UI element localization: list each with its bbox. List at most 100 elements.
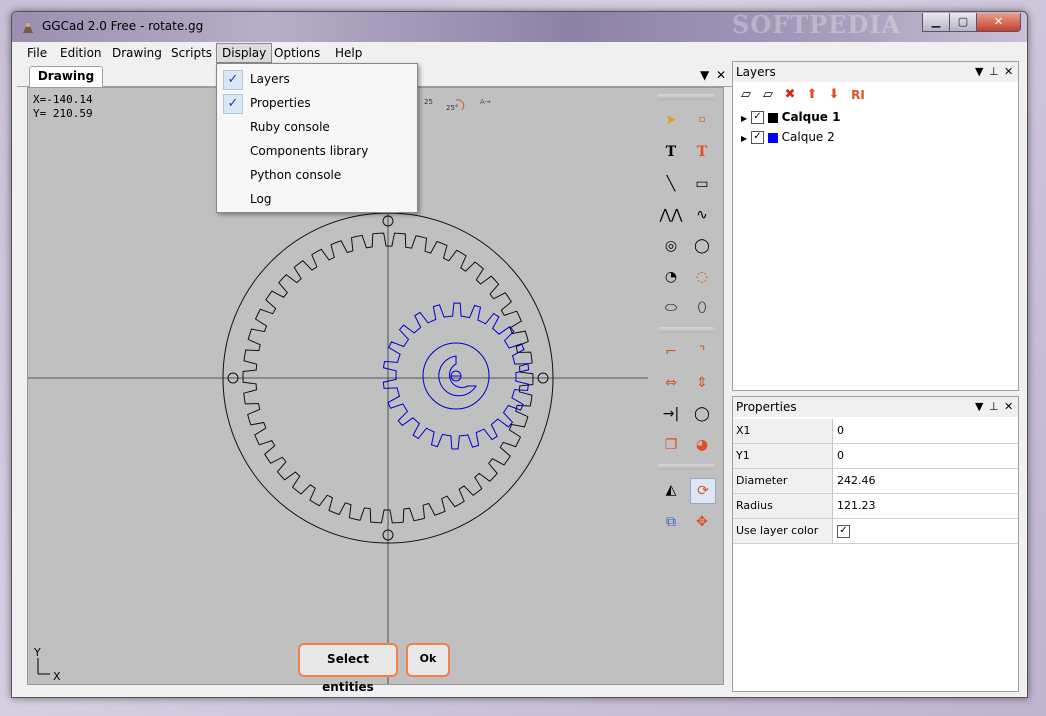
properties-panel: Properties ▼ ⊥ ✕ X1 0 Y1 0 Diameter 242.46 … (732, 396, 1019, 692)
property-key: Y1 (733, 444, 833, 468)
close-button[interactable]: ✕ (976, 13, 1021, 32)
display-menu-log[interactable]: Log (217, 187, 417, 211)
trim-tool-icon[interactable]: ◯ (690, 402, 714, 426)
display-menu-properties[interactable]: ✓ Properties (217, 91, 417, 115)
panel-close-icon[interactable]: ✕ (1004, 62, 1013, 82)
menu-edition[interactable]: Edition (55, 44, 107, 62)
ucs-x-label: X (53, 670, 61, 683)
expand-icon[interactable]: ▶ (741, 134, 747, 143)
close-icon: ✕ (993, 15, 1004, 28)
panel-menu-icon[interactable]: ▼ (975, 397, 983, 417)
ucs-indicator: Y X (33, 646, 61, 683)
rename-layer-icon[interactable]: RI (847, 86, 869, 104)
extend-tool-icon[interactable]: →| (659, 402, 683, 426)
display-menu-layers[interactable]: ✓ Layers (217, 67, 417, 91)
display-menu-components-library[interactable]: Components library (217, 139, 417, 163)
properties-panel-header[interactable]: Properties ▼ ⊥ ✕ (733, 397, 1018, 417)
text-edit-tool-icon[interactable]: T (690, 140, 714, 164)
top-tool-arrows-icon[interactable]: A→ (480, 98, 491, 106)
maximize-icon: ▢ (957, 15, 969, 28)
property-row[interactable]: Radius 121.23 (733, 494, 1018, 519)
top-tool-25[interactable]: 25 (424, 98, 433, 106)
layer-row[interactable]: ▶ ✓ Calque 2 (741, 128, 835, 146)
tab-menu-icon[interactable]: ▼ (700, 68, 709, 82)
top-tool-25deg[interactable]: 25° (446, 104, 458, 112)
layers-panel: Layers ▼ ⊥ ✕ ▱ ▱ ✖ ⬆ ⬇ RI ▶ ✓ Calque 1 ▶… (732, 61, 1019, 391)
layers-panel-header[interactable]: Layers ▼ ⊥ ✕ (733, 62, 1018, 82)
display-menu-python-console[interactable]: Python console (217, 163, 417, 187)
rotate-tool-icon[interactable]: ⟳ (690, 478, 716, 504)
hatch-tool-icon[interactable]: ◕ (690, 433, 714, 457)
new-layer-icon[interactable]: ▱ (737, 86, 755, 104)
tab-close-icon[interactable]: ✕ (716, 68, 726, 82)
menu-options[interactable]: Options (269, 44, 325, 62)
property-row[interactable]: Y1 0 (733, 444, 1018, 469)
arc-3pt-tool-icon[interactable]: ◌ (690, 265, 714, 289)
menu-scripts[interactable]: Scripts (166, 44, 217, 62)
mirror-tool-icon[interactable]: ◭ (659, 478, 683, 502)
select-point-icon[interactable]: ▫ (690, 108, 714, 132)
arc-tool-icon[interactable]: ◔ (659, 265, 683, 289)
property-value[interactable]: 0 (837, 419, 844, 443)
stretch-horizontal-icon[interactable]: ⇔ (659, 371, 683, 395)
properties-panel-title: Properties (736, 400, 797, 414)
expand-icon[interactable]: ▶ (741, 114, 747, 123)
ok-button[interactable]: Ok (406, 643, 450, 677)
stretch-vertical-icon[interactable]: ⇕ (690, 371, 714, 395)
menu-display[interactable]: Display (216, 43, 273, 63)
top-tools: 25 25° A→ (424, 98, 491, 112)
move-tool-icon[interactable]: ✥ (690, 510, 714, 534)
spline-tool-icon[interactable]: ∿ (690, 203, 714, 227)
maximize-button[interactable]: ▢ (949, 13, 977, 32)
circle-center-tool-icon[interactable]: ◎ (659, 234, 683, 258)
text-tool-icon[interactable]: T (659, 140, 683, 164)
scale-tool-icon[interactable]: ⧉ (659, 510, 683, 534)
property-value[interactable]: 0 (837, 444, 844, 468)
ellipse-axis-tool-icon[interactable]: ⬯ (690, 296, 714, 320)
use-layer-color-checkbox[interactable]: ✓ (837, 519, 850, 543)
panel-menu-icon[interactable]: ▼ (975, 62, 983, 82)
layer-visible-checkbox[interactable]: ✓ (750, 131, 764, 144)
layer-down-icon[interactable]: ⬇ (825, 86, 843, 104)
select-entities-button[interactable]: Select entities (298, 643, 398, 694)
menu-help[interactable]: Help (330, 44, 367, 62)
layer-visible-checkbox[interactable]: ✓ (750, 111, 764, 124)
tool-separator-3[interactable] (657, 464, 715, 470)
property-row[interactable]: Use layer color ✓ (733, 519, 1018, 544)
menu-file[interactable]: File (22, 44, 52, 62)
tool-panel: ➤ ▫ T T ╲ ▭ ⋀⋀ ∿ ◎ ◯ ◔ ◌ ⬭ ⬯ ⌐ ⌝ ⇔ ⇕ →| (653, 88, 721, 648)
circle-3pt-tool-icon[interactable]: ◯ (690, 234, 714, 258)
layer-color-swatch (767, 132, 778, 143)
fillet-tool-icon[interactable]: ⌐ (659, 340, 683, 364)
app-window: GGCad 2.0 Free - rotate.gg SOFTPEDIA ▁ ▢… (11, 11, 1028, 698)
display-menu-ruby-console[interactable]: Ruby console (217, 115, 417, 139)
rectangle-tool-icon[interactable]: ▭ (690, 172, 714, 196)
copy-layer-icon[interactable]: ▱ (759, 86, 777, 104)
ellipse-tool-icon[interactable]: ⬭ (659, 296, 683, 320)
property-value[interactable]: 121.23 (837, 494, 876, 518)
layer-up-icon[interactable]: ⬆ (803, 86, 821, 104)
title-bar[interactable]: GGCad 2.0 Free - rotate.gg SOFTPEDIA ▁ ▢… (12, 12, 1027, 42)
property-row[interactable]: X1 0 (733, 419, 1018, 444)
minimize-button[interactable]: ▁ (922, 13, 950, 32)
pin-icon[interactable]: ⊥ (989, 62, 999, 82)
property-key: Radius (733, 494, 833, 518)
delete-layer-icon[interactable]: ✖ (781, 86, 799, 104)
property-key: Use layer color (733, 519, 833, 543)
tab-drawing[interactable]: Drawing (29, 66, 103, 87)
copy-tool-icon[interactable]: ❐ (659, 433, 683, 457)
property-key: X1 (733, 419, 833, 443)
panel-close-icon[interactable]: ✕ (1004, 397, 1013, 417)
property-row[interactable]: Diameter 242.46 (733, 469, 1018, 494)
polyline-tool-icon[interactable]: ⋀⋀ (659, 203, 683, 227)
select-arrow-icon[interactable]: ➤ (659, 108, 683, 132)
window-title: GGCad 2.0 Free - rotate.gg (42, 19, 204, 33)
property-value[interactable]: 242.46 (837, 469, 876, 493)
tool-separator-1[interactable] (657, 94, 715, 100)
tool-separator-2[interactable] (657, 327, 715, 333)
menu-drawing[interactable]: Drawing (107, 44, 167, 62)
chamfer-tool-icon[interactable]: ⌝ (690, 340, 714, 364)
line-tool-icon[interactable]: ╲ (659, 172, 683, 196)
pin-icon[interactable]: ⊥ (989, 397, 999, 417)
layer-row[interactable]: ▶ ✓ Calque 1 (741, 108, 840, 126)
